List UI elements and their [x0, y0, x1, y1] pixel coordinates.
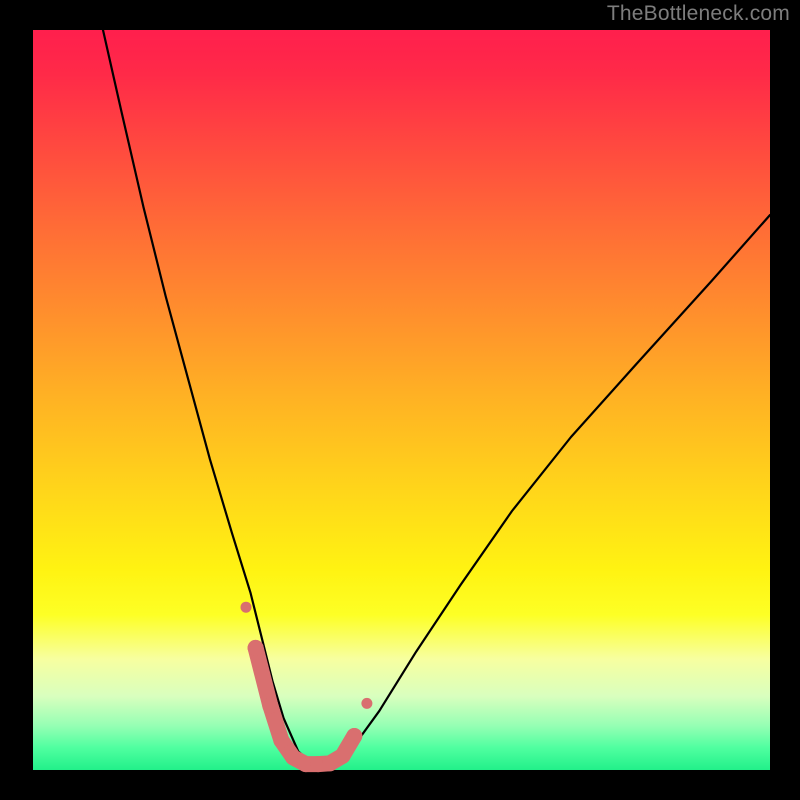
watermark-text: TheBottleneck.com: [607, 2, 790, 26]
highlight-marker: [335, 748, 351, 764]
bottleneck-curve: [103, 30, 770, 764]
chart-svg: [0, 0, 800, 800]
highlight-outlier: [361, 698, 372, 709]
highlight-marker: [262, 698, 278, 714]
highlight-marker: [273, 732, 289, 748]
chart-frame: TheBottleneck.com: [0, 0, 800, 800]
highlight-outlier: [241, 602, 252, 613]
highlight-marker: [346, 728, 362, 744]
highlight-marker: [248, 640, 264, 656]
